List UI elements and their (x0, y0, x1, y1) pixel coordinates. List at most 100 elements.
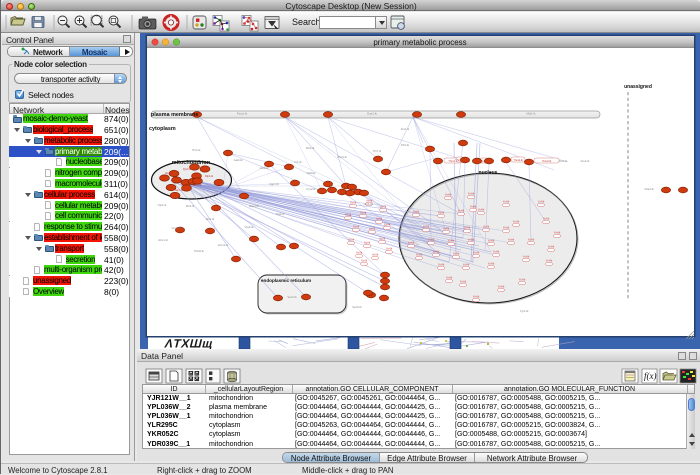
svg-text:Ynl-lk: Ynl-lk (453, 252, 460, 256)
svg-text:Ynl-lk: Ynl-lk (423, 225, 430, 229)
svg-text:Sec2-lk: Sec2-lk (287, 295, 297, 299)
svg-text:Ynl-lk: Ynl-lk (470, 205, 477, 209)
svg-text:Hnm1-lk: Hnm1-lk (218, 243, 229, 247)
svg-text:Rip1-lk: Rip1-lk (205, 174, 214, 178)
svg-text:Ynl-lk: Ynl-lk (443, 227, 450, 231)
svg-text:Atp7-lk: Atp7-lk (175, 188, 184, 192)
svg-text:Ynl-lk: Ynl-lk (546, 259, 553, 263)
svg-text:Yol-lk: Yol-lk (380, 205, 387, 209)
svg-text:Pic2-lk: Pic2-lk (186, 204, 195, 208)
svg-text:Ynl-lk: Ynl-lk (473, 251, 480, 255)
svg-text:Mir1-lk: Mir1-lk (206, 217, 215, 221)
svg-text:Yol-lk: Yol-lk (345, 213, 352, 217)
svg-text:Yol-lk: Yol-lk (348, 238, 355, 242)
svg-text:Yol-lk: Yol-lk (372, 253, 379, 257)
svg-text:Ybr1-lk: Ybr1-lk (192, 148, 201, 152)
svg-text:Ynl-lk: Ynl-lk (498, 285, 505, 289)
svg-text:Yol-lk: Yol-lk (379, 237, 386, 241)
svg-text:Yol-lk: Yol-lk (369, 227, 376, 231)
svg-text:Mid1-lk: Mid1-lk (526, 112, 536, 116)
svg-text:Ynl-lk: Ynl-lk (445, 193, 452, 197)
svg-text:Ctp1-lk: Ctp1-lk (158, 203, 167, 207)
svg-text:Ynl-lk: Ynl-lk (473, 295, 480, 299)
svg-text:Ynl-lk: Ynl-lk (483, 225, 490, 229)
svg-text:Sec6-lk: Sec6-lk (352, 305, 362, 309)
svg-text:Ynl-lk: Ynl-lk (460, 280, 467, 284)
svg-text:Ynl-lk: Ynl-lk (428, 238, 435, 242)
svg-text:Fui1-lk: Fui1-lk (401, 127, 410, 131)
svg-text:Ynl-lk: Ynl-lk (463, 263, 470, 267)
svg-text:mitochondrion: mitochondrion (172, 160, 211, 166)
svg-text:Yol-lk: Yol-lk (353, 225, 360, 229)
svg-text:Fre4-lk: Fre4-lk (581, 159, 590, 163)
svg-text:Ynl-lk: Ynl-lk (408, 241, 415, 245)
svg-text:Yol-lk: Yol-lk (386, 247, 393, 251)
svg-text:nucleus: nucleus (479, 170, 498, 176)
svg-text:Ynl-lk: Ynl-lk (448, 239, 455, 243)
svg-text:Ynl-lk: Ynl-lk (478, 208, 485, 212)
svg-text:Ynl-lk: Ynl-lk (488, 239, 495, 243)
svg-text:Ynl-lk: Ynl-lk (468, 238, 475, 242)
svg-text:Itr1-lk: Itr1-lk (295, 160, 303, 164)
svg-text:Ynl-lk: Ynl-lk (528, 238, 535, 242)
svg-text:Vrg4-lk: Vrg4-lk (245, 225, 254, 229)
svg-text:Ynl-lk: Ynl-lk (438, 263, 445, 267)
svg-text:Yol-lk: Yol-lk (384, 223, 391, 227)
svg-text:Gal2-lk: Gal2-lk (234, 158, 243, 162)
svg-text:Yol-lk: Yol-lk (360, 211, 367, 215)
svg-text:Atm1-lk: Atm1-lk (158, 238, 168, 242)
svg-text:Ynl-lk: Ynl-lk (433, 250, 440, 254)
svg-text:Ynl-lk: Ynl-lk (468, 192, 475, 196)
svg-text:Ynl-lk: Ynl-lk (416, 253, 423, 257)
svg-text:Ynl-lk: Ynl-lk (503, 226, 510, 230)
svg-text:Ynl-lk: Ynl-lk (413, 210, 420, 214)
svg-text:Yol-lk: Yol-lk (376, 217, 383, 221)
svg-text:cytoplasm: cytoplasm (149, 126, 176, 132)
svg-text:Pho8-lk: Pho8-lk (194, 249, 204, 253)
svg-text:Hol1-lk: Hol1-lk (364, 202, 373, 206)
svg-text:Ynl-lk: Ynl-lk (446, 276, 453, 280)
svg-text:Ena1-lk: Ena1-lk (367, 112, 377, 116)
svg-text:Ynl-lk: Ynl-lk (488, 262, 495, 266)
svg-text:Fcy2-lk: Fcy2-lk (306, 187, 316, 191)
svg-text:Qcr2-lk: Qcr2-lk (183, 167, 192, 171)
svg-text:Ynl-lk: Ynl-lk (538, 200, 545, 204)
svg-text:Atp4-lk: Atp4-lk (165, 171, 174, 175)
svg-text:Ynl-lk: Ynl-lk (503, 200, 510, 204)
svg-text:Ygr1-lk: Ygr1-lk (520, 309, 529, 313)
svg-text:Ynl-lk: Ynl-lk (519, 278, 526, 282)
svg-text:f(x): f(x) (644, 371, 657, 381)
svg-text:Hxt2-lk: Hxt2-lk (260, 166, 269, 170)
svg-text:Cor1-lk: Cor1-lk (193, 183, 202, 187)
svg-text:primary metabolic process: primary metabolic process (373, 38, 466, 47)
svg-text:Sul1-lk: Sul1-lk (306, 146, 315, 150)
svg-text:Ynl-lk: Ynl-lk (458, 209, 465, 213)
svg-text:Ptr2-lk: Ptr2-lk (401, 143, 410, 147)
svg-text:Ynl-lk: Ynl-lk (543, 217, 550, 221)
svg-text:Dal4-lk: Dal4-lk (307, 171, 316, 175)
svg-text:unassigned: unassigned (624, 84, 652, 90)
svg-text:Pma1-lk: Pma1-lk (237, 112, 248, 116)
svg-text:Ynl-lk: Ynl-lk (554, 231, 561, 235)
svg-text:Ynl-lk: Ynl-lk (548, 245, 555, 249)
svg-text:Ynl-lk: Ynl-lk (438, 211, 445, 215)
svg-text:Ynl-lk: Ynl-lk (523, 255, 530, 259)
svg-text:Ynl-lk: Ynl-lk (493, 250, 500, 254)
svg-text:Tat2-lk: Tat2-lk (276, 212, 285, 216)
svg-text:Vba4-lk: Vba4-lk (644, 187, 654, 191)
svg-text:Ynl-lk: Ynl-lk (464, 226, 471, 230)
svg-text:Agp1-lk: Agp1-lk (269, 182, 279, 186)
svg-text:Yol-lk: Yol-lk (350, 201, 357, 205)
svg-text:Yhm2-lk: Yhm2-lk (542, 159, 552, 163)
svg-text:Thi7-lk: Thi7-lk (373, 149, 382, 153)
svg-text:Yol-lk: Yol-lk (356, 251, 363, 255)
svg-text:Yhm2-lk: Yhm2-lk (513, 158, 523, 162)
svg-text:plasma membrane: plasma membrane (151, 112, 198, 118)
svg-text:Ynl-lk: Ynl-lk (508, 238, 515, 242)
svg-text:endoplasmic reticulum: endoplasmic reticulum (261, 278, 311, 283)
svg-text:Yol-lk: Yol-lk (364, 241, 371, 245)
svg-text:Pho4-lk: Pho4-lk (337, 155, 347, 159)
svg-text:Yol-lk: Yol-lk (361, 259, 368, 263)
svg-text:Flc2-lk: Flc2-lk (559, 159, 568, 163)
svg-text:Ynl-lk: Ynl-lk (513, 220, 520, 224)
